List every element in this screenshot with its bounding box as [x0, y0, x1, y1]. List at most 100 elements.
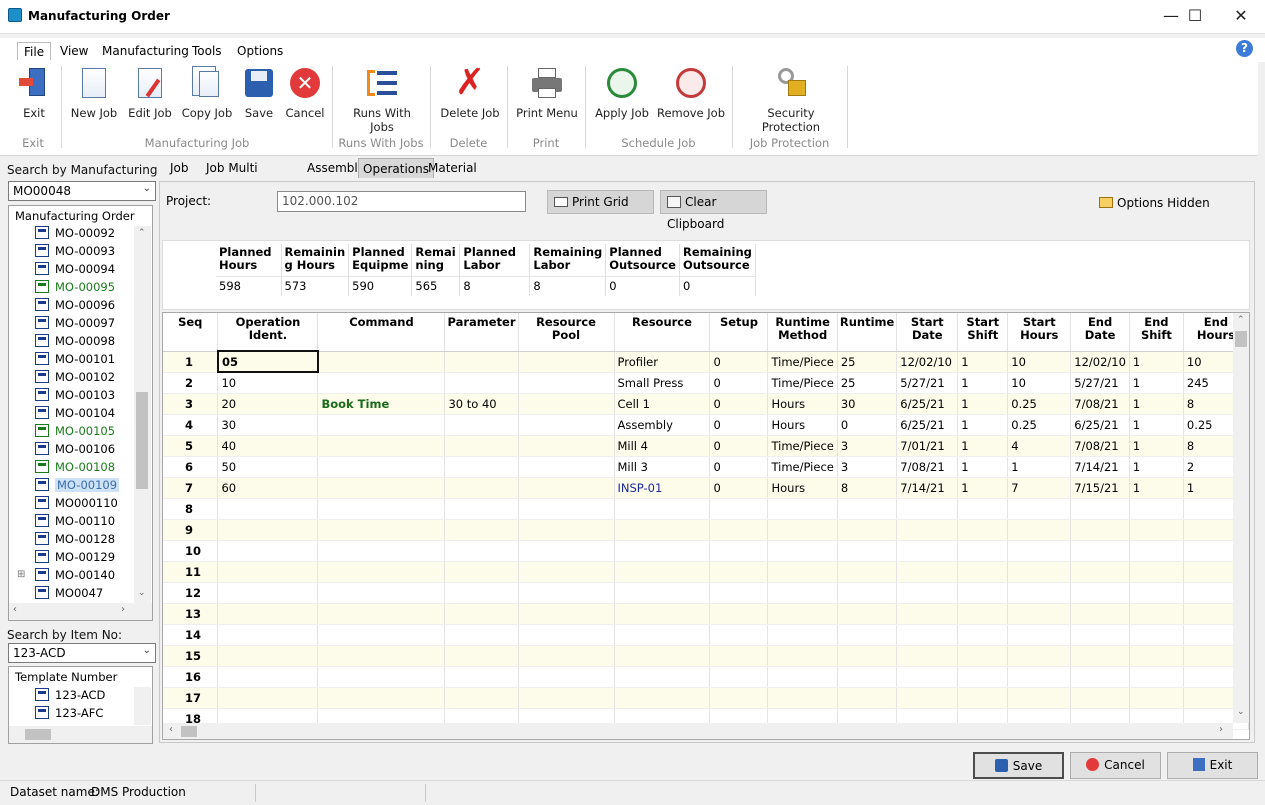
grid-cell[interactable]: [317, 456, 446, 478]
grid-cell[interactable]: [1129, 498, 1184, 520]
grid-cell[interactable]: 1: [1129, 456, 1184, 478]
grid-cell[interactable]: Cell 1: [614, 393, 711, 415]
mo-tree-item[interactable]: MO-00103: [35, 386, 115, 404]
grid-cell[interactable]: [957, 645, 1009, 667]
scroll-down-icon[interactable]: ⌄: [138, 588, 146, 598]
grid-cell[interactable]: [1070, 561, 1130, 583]
copy-job-button[interactable]: Copy Job: [180, 66, 234, 120]
grid-cell[interactable]: [837, 519, 898, 541]
grid-cell[interactable]: INSP-01: [614, 477, 711, 499]
grid-cell[interactable]: [614, 561, 711, 583]
grid-cell[interactable]: [217, 498, 319, 520]
chevron-down-icon[interactable]: ⌄: [143, 183, 151, 194]
grid-cell[interactable]: 1: [1129, 372, 1184, 394]
grid-cell[interactable]: [614, 666, 711, 688]
grid-cell[interactable]: [957, 666, 1009, 688]
mo-tree-item[interactable]: MO-00094: [35, 260, 115, 278]
mo-tree-item[interactable]: MO-00098: [35, 332, 115, 350]
grid-cell[interactable]: 1: [1129, 477, 1184, 499]
grid-cell[interactable]: [317, 435, 446, 457]
grid-cell[interactable]: [1070, 498, 1130, 520]
grid-cell[interactable]: 1: [957, 435, 1009, 457]
exit-button[interactable]: Exit: [1167, 752, 1258, 779]
grid-cell[interactable]: 25: [837, 372, 898, 394]
scroll-left-icon[interactable]: ‹: [169, 724, 173, 735]
scroll-thumb[interactable]: [25, 729, 51, 740]
menu-file[interactable]: File: [17, 42, 52, 60]
tab-job[interactable]: Job: [166, 158, 193, 178]
grid-cell[interactable]: [896, 666, 959, 688]
grid-cell[interactable]: [767, 519, 838, 541]
print-menu-button[interactable]: Print Menu: [516, 66, 578, 120]
grid-row[interactable]: 6 50 Mill 3 0 Time/Piece 3 7/08/21 1 1 7/14/21 1 2: [163, 456, 1249, 478]
grid-column-header[interactable]: Start Shift: [957, 313, 1009, 352]
grid-cell[interactable]: [1007, 582, 1072, 604]
apply-job-button[interactable]: Apply Job: [594, 66, 650, 120]
options-hidden-toggle[interactable]: Options Hidden: [1099, 196, 1210, 210]
grid-cell[interactable]: [837, 582, 898, 604]
grid-cell[interactable]: [896, 603, 959, 625]
grid-cell[interactable]: [1070, 687, 1130, 709]
grid-cell[interactable]: [1007, 561, 1072, 583]
grid-cell[interactable]: 7: [1007, 477, 1072, 499]
grid-cell[interactable]: [217, 519, 319, 541]
grid-cell[interactable]: [317, 477, 446, 499]
grid-cell[interactable]: 8: [837, 477, 898, 499]
grid-cell[interactable]: [957, 603, 1009, 625]
grid-cell[interactable]: [317, 372, 446, 394]
grid-cell[interactable]: [518, 393, 615, 415]
grid-cell[interactable]: 1: [1129, 414, 1184, 436]
grid-cell[interactable]: 10: [217, 372, 319, 394]
grid-cell[interactable]: [837, 666, 898, 688]
grid-cell[interactable]: [518, 603, 615, 625]
grid-cell[interactable]: [1007, 666, 1072, 688]
grid-cell[interactable]: [709, 624, 769, 646]
runs-with-jobs-button[interactable]: Runs With Jobs: [340, 66, 424, 134]
grid-cell[interactable]: [837, 603, 898, 625]
new-job-button[interactable]: New Job: [68, 66, 120, 120]
grid-cell[interactable]: [957, 561, 1009, 583]
grid-cell[interactable]: [1007, 498, 1072, 520]
grid-cell[interactable]: 6/25/21: [896, 414, 959, 436]
grid-cell[interactable]: [896, 687, 959, 709]
grid-cell[interactable]: [957, 540, 1009, 562]
grid-cell[interactable]: [1070, 624, 1130, 646]
grid-cell[interactable]: [518, 456, 615, 478]
mo-tree-hscrollbar[interactable]: ‹ ›: [9, 603, 152, 620]
edit-job-button[interactable]: Edit Job: [124, 66, 176, 120]
delete-job-button[interactable]: ✗ Delete Job: [440, 65, 500, 121]
grid-cell[interactable]: [837, 540, 898, 562]
grid-cell[interactable]: [709, 498, 769, 520]
grid-cell[interactable]: [896, 561, 959, 583]
grid-cell[interactable]: 1: [957, 393, 1009, 415]
grid-cell[interactable]: 0: [709, 435, 769, 457]
grid-cell[interactable]: Small Press: [614, 372, 711, 394]
template-tree-vscrollbar[interactable]: [134, 687, 151, 725]
grid-cell[interactable]: [957, 498, 1009, 520]
grid-cell[interactable]: Hours: [767, 393, 838, 415]
grid-cell[interactable]: [317, 645, 446, 667]
grid-row[interactable]: 11: [163, 561, 1249, 583]
grid-column-header[interactable]: Start Hours: [1007, 313, 1072, 352]
grid-cell[interactable]: [837, 687, 898, 709]
grid-cell[interactable]: [1070, 645, 1130, 667]
cancel-ribbon-button[interactable]: ✕ Cancel: [284, 66, 326, 120]
grid-row[interactable]: 15: [163, 645, 1249, 667]
mo-tree-item[interactable]: MO-00101: [35, 350, 115, 368]
grid-cell[interactable]: [518, 645, 615, 667]
grid-cell[interactable]: [1129, 666, 1184, 688]
grid-cell[interactable]: Time/Piece: [767, 435, 838, 457]
grid-cell[interactable]: [317, 561, 446, 583]
grid-cell[interactable]: [217, 645, 319, 667]
grid-cell[interactable]: [518, 666, 615, 688]
grid-cell[interactable]: 25: [837, 351, 898, 373]
grid-cell[interactable]: 05: [216, 350, 319, 373]
grid-cell[interactable]: 12/02/10: [1070, 351, 1130, 373]
mo-tree-item[interactable]: MO-00110: [35, 512, 115, 530]
grid-cell[interactable]: [767, 582, 838, 604]
grid-cell[interactable]: [1007, 624, 1072, 646]
grid-column-header[interactable]: Operation Ident.: [217, 313, 319, 352]
grid-cell[interactable]: [1007, 603, 1072, 625]
grid-cell[interactable]: Time/Piece: [767, 372, 838, 394]
grid-cell[interactable]: 1: [957, 477, 1009, 499]
